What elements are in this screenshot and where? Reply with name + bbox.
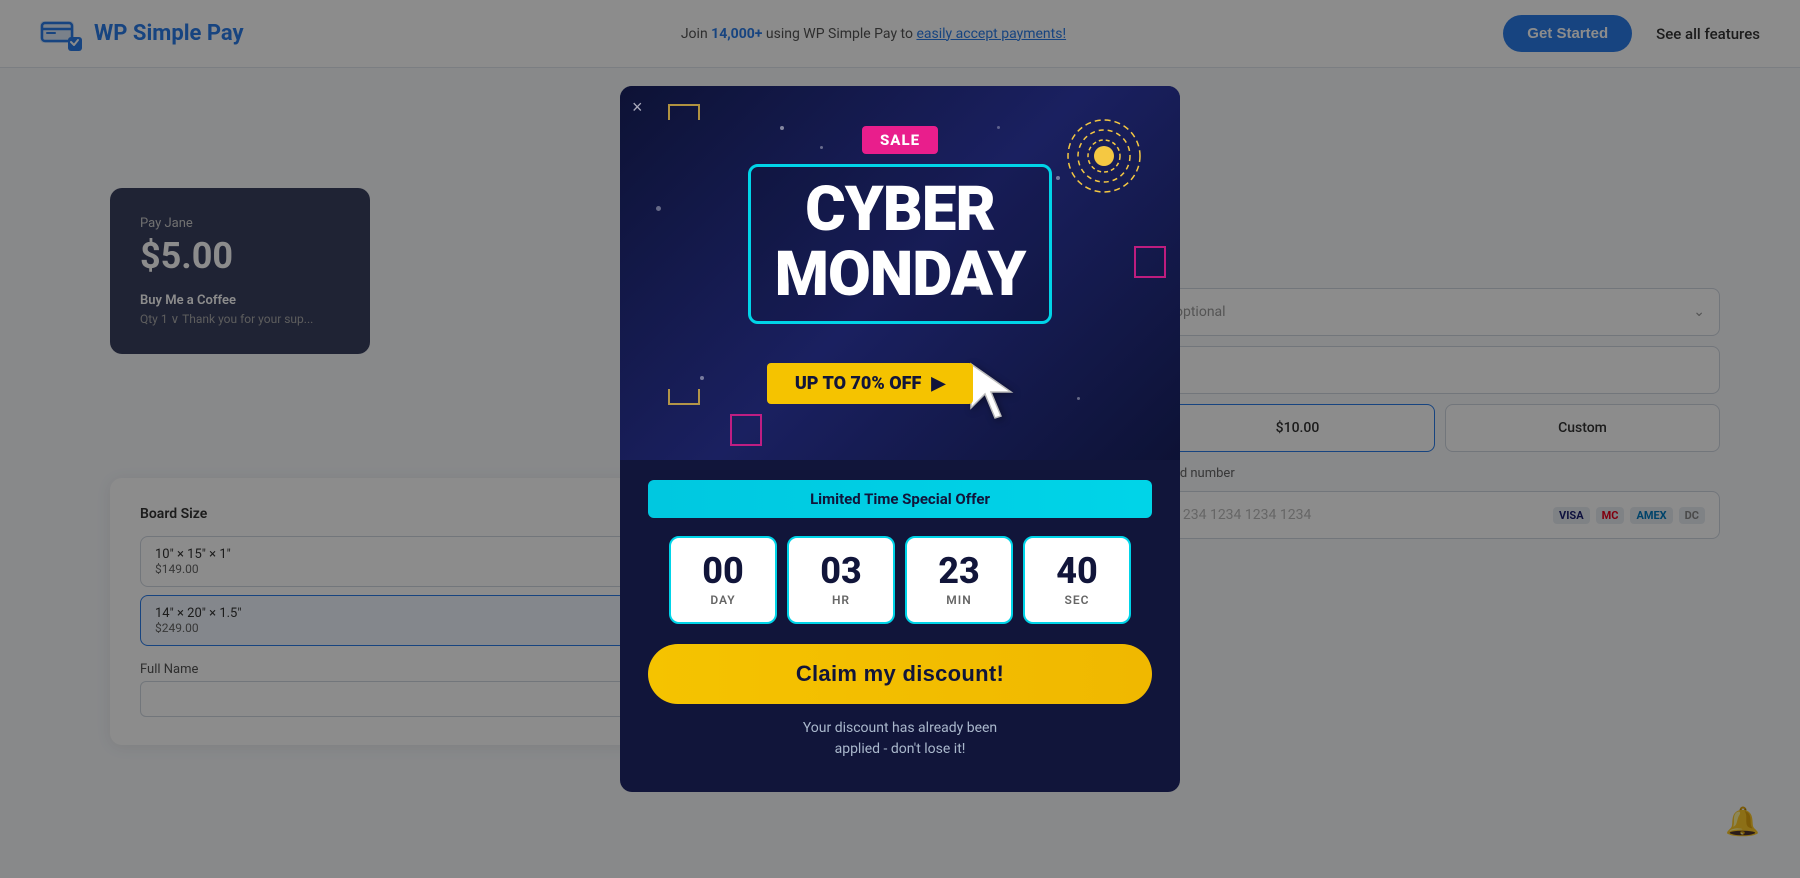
countdown-min: 23 MIN: [905, 536, 1013, 624]
countdown-hr-label: HR: [832, 593, 850, 607]
modal-close-button[interactable]: ×: [632, 98, 643, 116]
countdown-hr-value: 03: [820, 553, 862, 589]
cyber-monday-line2: MONDAY: [775, 242, 1026, 307]
claim-discount-button[interactable]: Claim my discount!: [648, 644, 1152, 704]
countdown-sec: 40 SEC: [1023, 536, 1131, 624]
countdown-day: 00 DAY: [669, 536, 777, 624]
special-offer-bar: Limited Time Special Offer: [648, 480, 1152, 518]
cyber-monday-box: CYBER MONDAY: [748, 164, 1053, 324]
promo-modal: ×: [620, 86, 1180, 792]
countdown-row: 00 DAY 03 HR 23 MIN 40 SEC: [648, 536, 1152, 624]
cursor-icon: [963, 356, 1033, 430]
discount-text: UP TO 70% OFF: [795, 373, 922, 394]
countdown-day-label: DAY: [710, 593, 735, 607]
bullseye-icon: [1064, 116, 1144, 200]
cyber-monday-line1: CYBER: [775, 177, 1026, 242]
countdown-min-value: 23: [938, 553, 980, 589]
countdown-day-value: 00: [702, 553, 744, 589]
countdown-min-label: MIN: [946, 593, 971, 607]
countdown-sec-value: 40: [1056, 553, 1098, 589]
discount-applied-text: Your discount has already been applied -…: [648, 718, 1152, 760]
discount-ribbon: UP TO 70% OFF ▶: [767, 363, 973, 404]
modal-hero: SALE CYBER MONDAY UP TO 70% OFF ▶: [620, 86, 1180, 460]
arrow-right-icon: ▶: [931, 373, 945, 394]
modal-overlay: ×: [0, 0, 1800, 878]
modal-body: Limited Time Special Offer 00 DAY 03 HR …: [620, 480, 1180, 760]
countdown-hr: 03 HR: [787, 536, 895, 624]
sale-badge: SALE: [862, 126, 938, 154]
countdown-sec-label: SEC: [1065, 593, 1090, 607]
